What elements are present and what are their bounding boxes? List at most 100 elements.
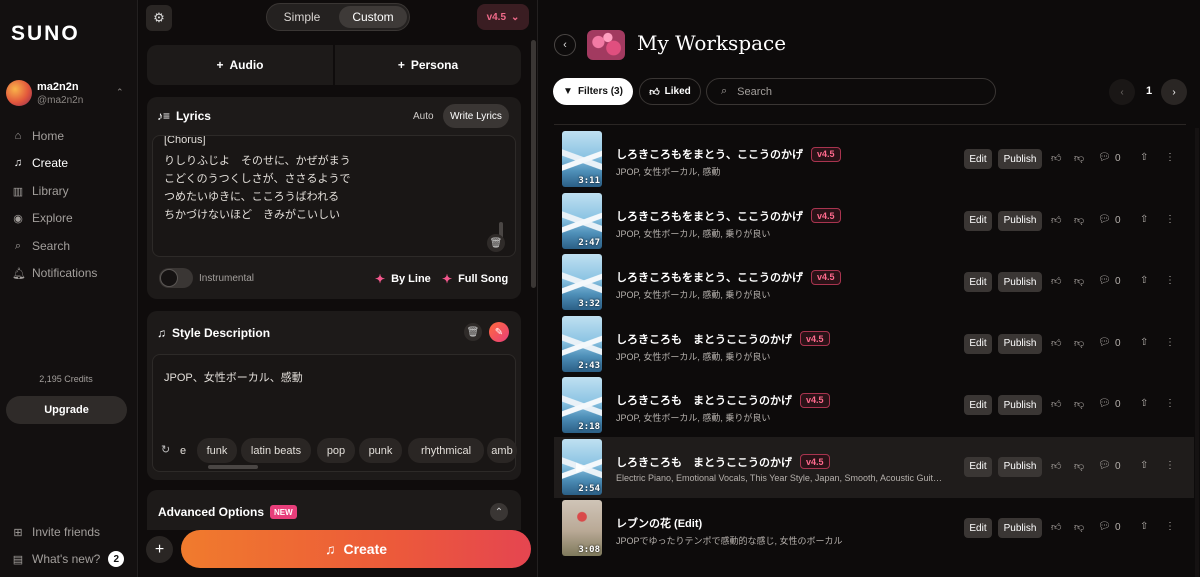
publish-button[interactable]: Publish bbox=[998, 272, 1042, 292]
comment-icon[interactable]: 💬︎ bbox=[1098, 398, 1111, 409]
style-tag[interactable]: latin beats bbox=[241, 438, 311, 463]
collapse-advanced-button[interactable]: ⌃ bbox=[490, 503, 508, 521]
song-cover-image[interactable]: 3:08 bbox=[562, 500, 602, 556]
song-row[interactable]: 2:43 しろきころも まとうここうのかげ v4.5 JPOP, 女性ボーカル, 感動… bbox=[554, 314, 1194, 375]
thumbs-down-icon[interactable]: 👎︎ bbox=[1074, 521, 1084, 533]
full-song-button[interactable]: ✦ Full Song bbox=[442, 272, 508, 286]
song-cover-image[interactable]: 2:18 bbox=[562, 377, 602, 433]
thumbs-up-icon[interactable]: 👍︎ bbox=[1051, 460, 1061, 472]
song-row[interactable]: 3:11 しろきころもをまとう、ここうのかげ v4.5 JPOP, 女性ボーカル, 感… bbox=[554, 129, 1194, 190]
edit-button[interactable]: Edit bbox=[964, 518, 992, 538]
lyrics-auto-tab[interactable]: Auto bbox=[413, 111, 434, 122]
style-tag[interactable]: funk bbox=[197, 438, 237, 463]
song-title[interactable]: しろきころも まとうここうのかげ v4.5 bbox=[616, 454, 830, 470]
song-cover-image[interactable]: 2:43 bbox=[562, 315, 602, 372]
song-row[interactable]: 2:18 しろきころも まとうここうのかげ v4.5 JPOP, 女性ボーカル, 感動… bbox=[554, 375, 1194, 436]
share-icon[interactable]: ⇧ bbox=[1140, 152, 1148, 163]
model-version-select[interactable]: v4.5 ⌄ bbox=[477, 4, 529, 30]
search-box[interactable]: ⌕ bbox=[706, 78, 996, 105]
refresh-icon[interactable]: ↻ bbox=[161, 443, 170, 456]
edit-button[interactable]: Edit bbox=[964, 456, 992, 477]
share-icon[interactable]: ⇧ bbox=[1140, 214, 1148, 225]
liked-button[interactable]: 👍︎ Liked bbox=[639, 78, 701, 105]
publish-button[interactable]: Publish bbox=[998, 149, 1042, 169]
thumbs-down-icon[interactable]: 👎︎ bbox=[1074, 152, 1084, 164]
thumbs-up-icon[interactable]: 👍︎ bbox=[1051, 337, 1061, 349]
instrumental-toggle[interactable] bbox=[159, 268, 193, 288]
edit-button[interactable]: Edit bbox=[964, 210, 992, 231]
user-name[interactable]: ma2n2n bbox=[37, 81, 79, 93]
publish-button[interactable]: Publish bbox=[998, 456, 1042, 477]
chevron-down-icon[interactable]: ⌃ bbox=[116, 87, 124, 98]
sidebar-item-create[interactable]: ♫ Create bbox=[12, 153, 68, 173]
publish-button[interactable]: Publish bbox=[998, 333, 1042, 354]
thumbs-down-icon[interactable]: 👎︎ bbox=[1074, 398, 1084, 410]
share-icon[interactable]: ⇧ bbox=[1140, 337, 1148, 348]
edit-button[interactable]: Edit bbox=[964, 149, 992, 169]
by-line-button[interactable]: ✦ By Line bbox=[375, 272, 431, 286]
settings-button[interactable]: ⚙ bbox=[146, 5, 172, 31]
whats-new-link[interactable]: ▤ What's new? 2 bbox=[12, 549, 125, 569]
upgrade-button[interactable]: Upgrade bbox=[6, 396, 127, 424]
song-row[interactable]: 2:54 ▶ しろきころも まとうここうのかげ v4.5 Electric Piano,… bbox=[554, 436, 1194, 498]
comment-icon[interactable]: 💬︎ bbox=[1098, 521, 1111, 532]
filters-button[interactable]: ▼ Filters (3) bbox=[553, 78, 633, 105]
tags-scrollbar[interactable] bbox=[208, 465, 258, 469]
add-button[interactable]: + bbox=[146, 536, 173, 563]
sidebar-item-search[interactable]: ⌕ Search bbox=[12, 236, 70, 256]
sidebar-item-home[interactable]: ⌂ Home bbox=[12, 126, 64, 146]
song-title[interactable]: しろきころもをまとう、ここうのかげ v4.5 bbox=[616, 269, 841, 285]
more-icon[interactable]: ⋮ bbox=[1165, 275, 1175, 286]
comment-icon[interactable]: 💬︎ bbox=[1098, 337, 1111, 348]
thumbs-up-icon[interactable]: 👍︎ bbox=[1051, 275, 1061, 287]
style-tag[interactable]: punk bbox=[359, 438, 402, 463]
style-tag[interactable]: pop bbox=[317, 438, 355, 463]
publish-button[interactable]: Publish bbox=[998, 395, 1042, 415]
more-icon[interactable]: ⋮ bbox=[1165, 460, 1175, 471]
publish-button[interactable]: Publish bbox=[998, 518, 1042, 538]
style-magic-button[interactable]: ✎ bbox=[489, 322, 509, 342]
lyrics-textarea[interactable]: [Chorus] りしりふじよ そのせに、かぜがまう こどくのうつくしさが、ささるよ… bbox=[152, 135, 516, 257]
thumbs-up-icon[interactable]: 👍︎ bbox=[1051, 398, 1061, 410]
song-row[interactable]: 2:47 しろきころもをまとう、ここうのかげ v4.5 JPOP, 女性ボーカル, 感… bbox=[554, 191, 1194, 252]
share-icon[interactable]: ⇧ bbox=[1140, 521, 1148, 532]
more-icon[interactable]: ⋮ bbox=[1165, 337, 1175, 348]
more-icon[interactable]: ⋮ bbox=[1165, 214, 1175, 225]
sidebar-item-library[interactable]: ▥ Library bbox=[12, 181, 69, 201]
comment-icon[interactable]: 💬︎ bbox=[1098, 460, 1111, 471]
write-lyrics-tab[interactable]: Write Lyrics bbox=[443, 104, 509, 128]
avatar[interactable] bbox=[6, 80, 32, 106]
thumbs-down-icon[interactable]: 👎︎ bbox=[1074, 214, 1084, 226]
workspace-scrollbar[interactable] bbox=[1195, 128, 1199, 577]
style-tag[interactable]: rhythmical bbox=[408, 438, 484, 463]
more-icon[interactable]: ⋮ bbox=[1165, 398, 1175, 409]
invite-friends-link[interactable]: ⊞ Invite friends bbox=[12, 522, 100, 542]
add-persona-button[interactable]: + Persona bbox=[335, 45, 521, 85]
style-tag[interactable]: e bbox=[170, 438, 196, 463]
song-title[interactable]: レブンの花 (Edit) bbox=[616, 515, 702, 531]
search-input[interactable] bbox=[737, 85, 958, 98]
suno-logo[interactable]: SUNO bbox=[11, 22, 80, 46]
song-row[interactable]: 3:32 しろきころもをまとう、ここうのかげ v4.5 JPOP, 女性ボーカル, 感… bbox=[554, 252, 1194, 313]
more-icon[interactable]: ⋮ bbox=[1165, 152, 1175, 163]
song-cover-image[interactable]: 3:32 bbox=[562, 254, 602, 310]
song-row[interactable]: 3:08 レブンの花 (Edit) JPOPでゆったりテンポで感動的な感じ, 女性の… bbox=[554, 498, 1194, 559]
song-cover-image[interactable]: 2:54 ▶ bbox=[562, 438, 602, 495]
share-icon[interactable]: ⇧ bbox=[1140, 460, 1148, 471]
edit-button[interactable]: Edit bbox=[964, 395, 992, 415]
sidebar-item-notifications[interactable]: 🔔︎ Notifications bbox=[12, 263, 97, 283]
next-page-button[interactable]: › bbox=[1161, 79, 1187, 105]
song-cover-image[interactable]: 3:11 bbox=[562, 131, 602, 187]
share-icon[interactable]: ⇧ bbox=[1140, 275, 1148, 286]
comment-icon[interactable]: 💬︎ bbox=[1098, 275, 1111, 286]
add-audio-button[interactable]: + Audio bbox=[147, 45, 333, 85]
song-title[interactable]: しろきころも まとうここうのかげ v4.5 bbox=[616, 331, 830, 347]
thumbs-down-icon[interactable]: 👎︎ bbox=[1074, 275, 1084, 287]
song-title[interactable]: しろきころもをまとう、ここうのかげ v4.5 bbox=[616, 146, 841, 162]
back-button[interactable]: ‹ bbox=[554, 34, 576, 56]
comment-icon[interactable]: 💬︎ bbox=[1098, 152, 1111, 163]
share-icon[interactable]: ⇧ bbox=[1140, 398, 1148, 409]
thumbs-down-icon[interactable]: 👎︎ bbox=[1074, 337, 1084, 349]
mode-simple-tab[interactable]: Simple bbox=[269, 6, 335, 28]
edit-button[interactable]: Edit bbox=[964, 272, 992, 292]
